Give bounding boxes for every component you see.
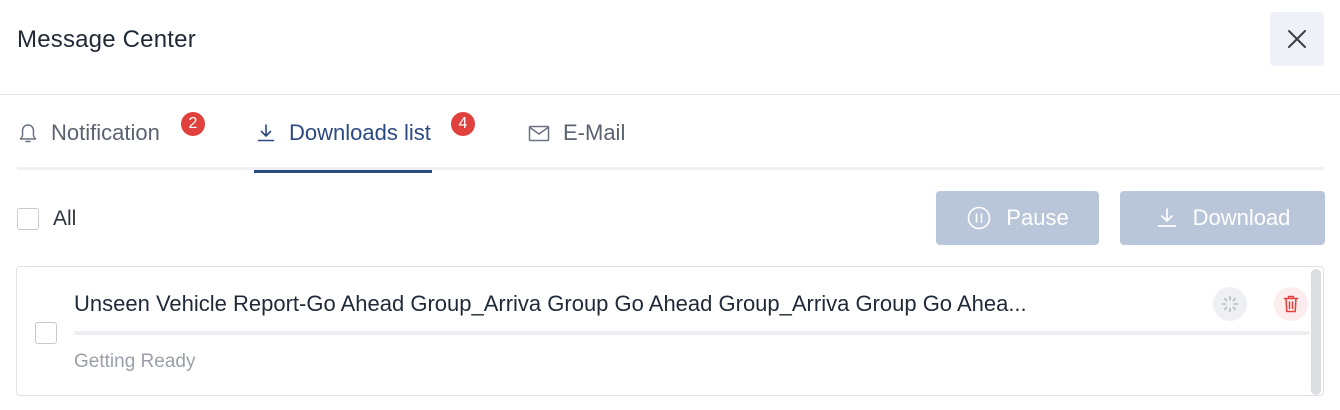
close-button[interactable] [1270, 12, 1324, 66]
download-icon [1155, 206, 1179, 230]
download-button-label: Download [1192, 205, 1291, 230]
tab-notification[interactable]: Notification [17, 96, 160, 170]
item-checkbox[interactable] [35, 322, 57, 344]
notification-count-badge: 2 [179, 110, 207, 138]
download-status: Getting Ready [74, 351, 196, 372]
downloads-count-badge: 4 [449, 110, 477, 138]
select-all-checkbox[interactable] [17, 208, 39, 230]
mail-icon [527, 122, 551, 144]
pause-circle-icon [966, 205, 992, 231]
message-center-dialog: Message Center Notification 2 Downloads … [0, 0, 1340, 410]
tab-downloads-list[interactable]: Downloads list [254, 96, 432, 173]
delete-button[interactable] [1274, 287, 1308, 321]
loading-spinner-icon [1221, 295, 1239, 313]
dialog-header: Message Center [0, 0, 1340, 95]
close-icon [1288, 30, 1306, 48]
trash-icon [1283, 295, 1299, 313]
select-all-label: All [53, 207, 77, 230]
list-scrollbar[interactable] [1311, 269, 1321, 395]
download-progress-bar [74, 331, 1310, 335]
download-button[interactable]: Download [1120, 191, 1325, 245]
tab-notification-label: Notification [51, 120, 160, 145]
bell-icon [17, 122, 39, 144]
pause-button-label: Pause [1006, 205, 1069, 230]
tab-downloads-list-label: Downloads list [289, 120, 431, 145]
download-icon [255, 122, 277, 144]
pause-button[interactable]: Pause [936, 191, 1099, 245]
download-item-title: Unseen Vehicle Report-Go Ahead Group_Arr… [74, 291, 1027, 316]
loading-button[interactable] [1213, 287, 1247, 321]
select-all-control[interactable]: All [17, 207, 76, 231]
downloads-list: Unseen Vehicle Report-Go Ahead Group_Arr… [16, 266, 1324, 396]
tab-bar: Notification 2 Downloads list 4 E-Mail [17, 96, 1324, 173]
tab-email[interactable]: E-Mail [527, 96, 625, 170]
dialog-title: Message Center [17, 26, 196, 53]
tab-email-label: E-Mail [563, 120, 626, 145]
